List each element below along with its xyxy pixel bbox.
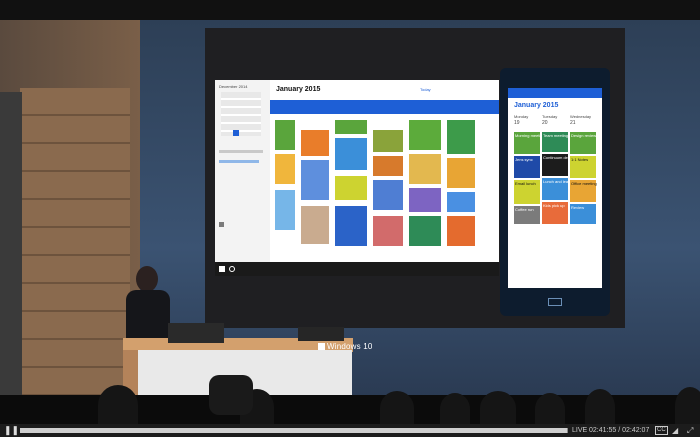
audience-phone: [209, 375, 253, 415]
event-block[interactable]: [447, 120, 475, 154]
event-block[interactable]: [301, 160, 329, 200]
event-block[interactable]: [373, 216, 403, 246]
audience-head: [440, 393, 470, 424]
phone-date-3: 21: [570, 120, 576, 126]
phone-day-3: Wednesday: [570, 114, 592, 119]
phone-screen: January 2015 Monday Tuesday Wednesday 19…: [508, 88, 602, 288]
phone-event[interactable]: Kids pick up: [542, 202, 568, 224]
phone-event[interactable]: Jens sync: [514, 156, 540, 178]
audience-head: [675, 387, 700, 424]
projected-desktop: December 2014 January 2015 Today: [215, 80, 499, 276]
audience-head: [535, 393, 565, 424]
event-block[interactable]: [409, 188, 441, 212]
phone-event[interactable]: Office meeting: [570, 180, 597, 202]
event-block[interactable]: [447, 158, 475, 188]
event-block[interactable]: [275, 154, 295, 184]
windows-logo-icon: [318, 343, 325, 350]
phone-day-1: Monday: [514, 114, 529, 119]
phone-event[interactable]: Design review: [570, 132, 596, 154]
projected-phone: January 2015 Monday Tuesday Wednesday 19…: [500, 68, 610, 316]
event-block[interactable]: [373, 156, 403, 176]
event-block[interactable]: [275, 120, 295, 150]
event-block[interactable]: [335, 120, 367, 134]
event-block[interactable]: [301, 130, 329, 156]
phone-event[interactable]: Continuum demo: [542, 154, 573, 176]
laptop-2: [298, 327, 344, 341]
stage-pillar: [0, 92, 22, 410]
phone-day-2: Tuesday: [542, 114, 558, 119]
event-block[interactable]: [409, 154, 441, 184]
seek-bar[interactable]: [20, 428, 568, 433]
presenter-body: [126, 290, 170, 340]
event-block[interactable]: [275, 190, 295, 230]
audience-silhouettes: [0, 385, 700, 424]
fullscreen-icon[interactable]: ⤢: [687, 426, 693, 435]
phone-event[interactable]: Morning meeting: [514, 132, 545, 154]
start-icon[interactable]: [219, 266, 225, 272]
phone-start-icon[interactable]: [548, 298, 562, 306]
settings-icon[interactable]: [219, 222, 224, 227]
mini-month-title: December 2014: [219, 84, 248, 89]
windows-taskbar: [215, 262, 499, 276]
phone-date-1: 19: [514, 120, 520, 126]
audience-head: [480, 391, 516, 424]
video-frame: December 2014 January 2015 Today January…: [0, 0, 700, 424]
calendar-today-tab[interactable]: Today: [420, 87, 431, 92]
event-block[interactable]: [409, 120, 441, 150]
calendar-account-row-2: [219, 160, 259, 163]
event-block[interactable]: [373, 180, 403, 210]
phone-event[interactable]: 1:1 Notes: [570, 156, 596, 178]
audience-head: [585, 389, 615, 424]
audience-head: [380, 391, 414, 424]
calendar-month-title: January 2015: [276, 86, 321, 93]
phone-date-2: 20: [542, 120, 548, 126]
mini-month-today: [233, 130, 239, 136]
audience-head: [98, 385, 138, 424]
calendar-event-grid: [275, 120, 495, 260]
phone-header-bar: [508, 88, 602, 98]
event-block[interactable]: [301, 206, 329, 244]
search-icon[interactable]: [229, 266, 235, 272]
calendar-account-row: [219, 150, 263, 153]
time-readout: 02:41:55 / 02:42:07: [589, 427, 650, 434]
phone-event[interactable]: Lunch and learn: [542, 178, 572, 200]
event-block[interactable]: [447, 216, 475, 246]
calendar-header-bar: [270, 100, 499, 114]
cc-icon[interactable]: CC: [655, 426, 668, 435]
event-block[interactable]: [335, 206, 367, 246]
calendar-sidebar: December 2014: [215, 80, 271, 262]
windows-10-brand: Windows 10: [318, 342, 373, 351]
event-block[interactable]: [373, 130, 403, 152]
event-block[interactable]: [409, 216, 441, 246]
event-block[interactable]: [335, 138, 367, 170]
play-icon[interactable]: ❚❚: [4, 426, 19, 435]
wood-paneling: [20, 88, 130, 408]
video-controls-bar: ❚❚ LIVE 02:41:55 / 02:42:07 CC ◢ ⤢: [0, 424, 700, 437]
event-block[interactable]: [447, 192, 475, 212]
laptop: [168, 323, 224, 343]
seek-progress: [20, 428, 567, 433]
live-label: LIVE: [572, 427, 588, 434]
presenter-head: [136, 266, 158, 292]
event-block[interactable]: [335, 176, 367, 200]
phone-event[interactable]: Email lunch: [514, 180, 540, 204]
volume-icon[interactable]: ◢: [672, 426, 678, 435]
mini-month-grid: [221, 92, 261, 136]
phone-month-title: January 2015: [514, 102, 559, 109]
phone-event[interactable]: Coffee run: [514, 206, 540, 224]
phone-event[interactable]: Team meeting: [542, 132, 568, 152]
phone-event[interactable]: Review: [570, 204, 596, 224]
